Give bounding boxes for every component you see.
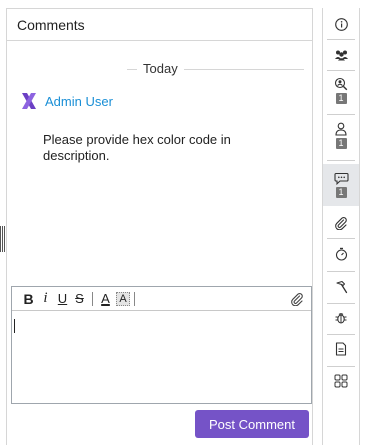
sidebar-item-comments[interactable]: 1 — [323, 164, 359, 206]
sidebar-item-attachments[interactable] — [323, 212, 359, 234]
comment-editor: B i U S A A — [11, 286, 312, 404]
comment-body: Please provide hex color code in descrip… — [43, 132, 231, 163]
sidebar-divider — [327, 303, 355, 304]
editor-toolbar: B i U S A A — [12, 287, 311, 311]
paperclip-icon — [335, 217, 347, 230]
comment-header: Admin User — [19, 91, 113, 111]
sidebar-divider — [327, 238, 355, 239]
sidebar-item-users[interactable] — [323, 44, 359, 66]
attach-icon[interactable] — [288, 290, 305, 308]
sidebar-divider — [327, 114, 355, 115]
text-caret — [14, 319, 15, 333]
panel-header: Comments — [7, 9, 312, 41]
font-color-button[interactable]: A — [97, 290, 114, 308]
sidebar-item-documents[interactable] — [323, 338, 359, 360]
sidebar-item-info[interactable] — [323, 12, 359, 36]
users-icon — [334, 50, 348, 61]
comments-icon — [333, 172, 349, 185]
comment-input[interactable] — [12, 312, 311, 403]
hammer-icon — [336, 280, 348, 294]
underline-button[interactable]: U — [54, 290, 71, 308]
bold-button[interactable]: B — [20, 290, 37, 308]
comment-author[interactable]: Admin User — [45, 94, 113, 109]
sidebar-divider — [327, 160, 355, 161]
sidebar-item-build[interactable] — [323, 276, 359, 298]
stopwatch-icon — [335, 247, 347, 261]
sidebar-item-watchers[interactable]: 1 — [323, 76, 359, 110]
highlight-button[interactable]: A — [116, 291, 130, 306]
comments-badge: 1 — [335, 187, 347, 198]
panel-title: Comments — [17, 16, 85, 33]
assignee-badge: 1 — [335, 138, 347, 149]
italic-button[interactable]: i — [37, 290, 54, 308]
watcher-search-icon — [334, 77, 348, 91]
strikethrough-button[interactable]: S — [71, 290, 88, 308]
info-icon — [334, 17, 348, 31]
day-label: Today — [137, 61, 184, 76]
bug-icon — [335, 313, 347, 324]
watchers-badge: 1 — [335, 93, 347, 104]
comments-panel: Comments Today Admin User Please provide… — [6, 8, 313, 445]
toolbar-separator — [134, 291, 135, 306]
sidebar-item-apps[interactable] — [323, 370, 359, 392]
sidebar-divider — [327, 334, 355, 335]
post-comment-button[interactable]: Post Comment — [195, 410, 309, 438]
grid-icon — [334, 374, 348, 388]
sidebar-divider — [327, 39, 355, 40]
sidebar-item-time-tracking[interactable] — [323, 243, 359, 265]
sidebar-divider — [327, 271, 355, 272]
sidebar-divider — [327, 366, 355, 367]
toolbar-separator — [92, 291, 93, 306]
document-icon — [335, 342, 347, 356]
user-icon — [335, 122, 347, 136]
sidebar-item-bugs[interactable] — [323, 307, 359, 329]
sidebar-divider — [327, 70, 355, 71]
author-avatar — [22, 93, 36, 109]
right-sidebar: 1 1 1 — [322, 8, 360, 445]
sidebar-item-assignee[interactable]: 1 — [323, 121, 359, 155]
